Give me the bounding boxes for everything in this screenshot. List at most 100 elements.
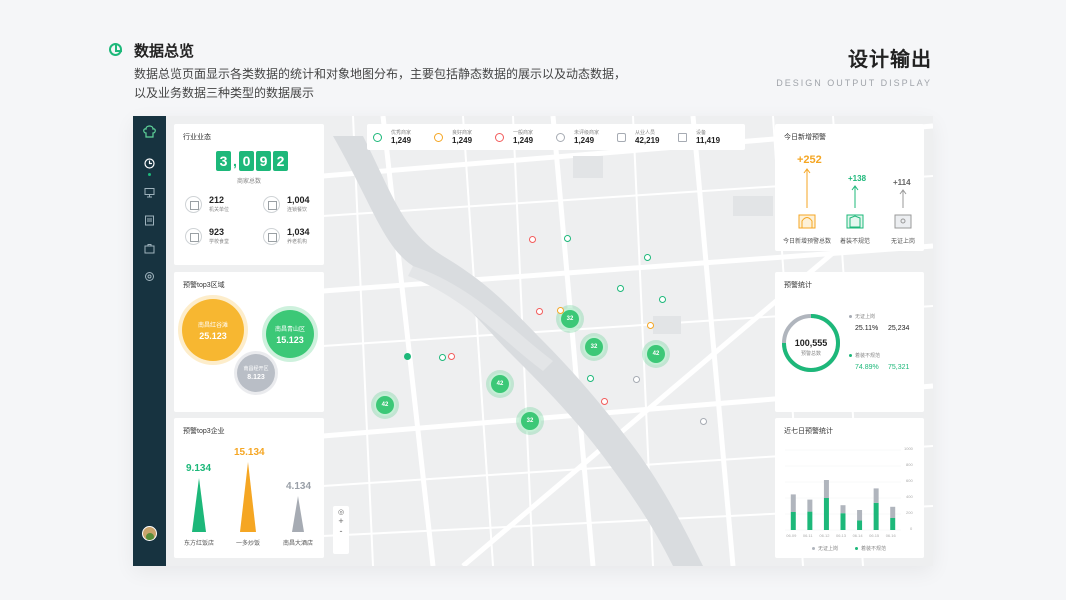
map-cluster[interactable]: 42	[489, 373, 511, 395]
nav-settings-icon[interactable]	[144, 271, 155, 282]
region-bubble[interactable]: 南昌青山区 15.123	[266, 310, 314, 358]
legend-label: 无证上岗	[855, 314, 876, 320]
strip-label: 设备	[696, 130, 707, 136]
y-tick: 800	[906, 462, 913, 467]
y-tick: 600	[906, 478, 913, 483]
merchant-marker[interactable]	[536, 308, 543, 315]
legend-label: 无证上岗	[818, 546, 839, 552]
strip-value: 1,249	[513, 136, 534, 145]
strip-item[interactable]: 良好商家 1,249	[434, 129, 495, 145]
region-name: 南昌红谷滩	[197, 322, 228, 329]
strip-value: 1,249	[452, 136, 473, 145]
merchant-marker[interactable]	[700, 418, 707, 425]
strip-value: 42,219	[635, 136, 660, 145]
strip-item[interactable]: 一般商家 1,249	[495, 129, 556, 145]
stat-school: 923 学校食堂	[185, 227, 229, 245]
warning-stats-title: 预警统计	[784, 282, 812, 289]
merchant-marker[interactable]	[448, 353, 455, 360]
strip-value: 1,249	[391, 136, 412, 145]
location-icon[interactable]: ◎	[333, 508, 349, 516]
legend-percent: 25.11%	[855, 325, 879, 332]
merchant-marker[interactable]	[587, 375, 594, 382]
merchant-marker[interactable]	[564, 235, 571, 242]
avatar[interactable]	[142, 526, 157, 541]
page-title: 数据总览	[134, 43, 195, 60]
merchant-marker[interactable]	[601, 398, 608, 405]
region-name: 南昌经开区	[243, 366, 269, 372]
industry-title: 行业业态	[183, 134, 211, 141]
legend-label: 着装不规范	[855, 353, 881, 359]
map-cluster[interactable]: 32	[519, 410, 541, 432]
bar-uniform	[823, 498, 829, 530]
region-bubble[interactable]: 南昌红谷滩 25.123	[182, 299, 244, 361]
zoom-out-button[interactable]: -	[333, 526, 349, 536]
company-mark	[192, 478, 206, 532]
strip-item[interactable]: 设备 11,419	[678, 129, 739, 145]
legend-number: 75,321	[888, 364, 910, 371]
y-tick: 1000	[904, 446, 913, 451]
y-tick: 400	[906, 494, 913, 499]
nav-briefcase-icon[interactable]	[144, 243, 155, 254]
bar-uniform	[857, 520, 863, 530]
stat-value: 1,004	[287, 195, 310, 205]
map-cluster[interactable]: 42	[374, 394, 396, 416]
stat-value: 212	[209, 195, 225, 205]
legend-dot	[812, 547, 815, 550]
strip-value: 1,249	[574, 136, 595, 145]
bar-license	[890, 506, 896, 518]
uniform-icon	[846, 214, 864, 229]
x-tick: 06.14	[852, 533, 863, 538]
weekly-bar-chart	[785, 449, 901, 531]
alarm-icon	[798, 214, 816, 229]
bar-uniform	[807, 511, 813, 530]
stat-label: 学校食堂	[209, 239, 230, 245]
merchant-marker[interactable]	[659, 296, 666, 303]
x-tick: 06.15	[869, 533, 880, 538]
y-tick: 0	[910, 526, 913, 531]
strip-item[interactable]: 从业人员 42,219	[617, 129, 678, 145]
merchant-total-digits: 3 , 0 9 2	[216, 151, 288, 171]
region-value: 8.123	[247, 374, 265, 381]
strip-item[interactable]: 未评级商家 1,249	[556, 129, 617, 145]
active-indicator	[148, 173, 151, 176]
merchant-marker[interactable]	[617, 285, 624, 292]
x-tick: 06.16	[885, 533, 896, 538]
nav-monitor-icon[interactable]	[144, 187, 155, 198]
chef-hat-logo-icon[interactable]	[142, 124, 157, 139]
stat-label: 连锁餐饮	[287, 207, 308, 213]
stat-government: 212 机关单位	[185, 195, 229, 213]
zoom-in-button[interactable]: +	[333, 516, 349, 526]
company-name: 南昌大酒店	[282, 541, 313, 547]
x-tick: 06.13	[836, 533, 847, 538]
map-cluster[interactable]: 32	[583, 336, 605, 358]
nav-report-icon[interactable]	[144, 215, 155, 226]
map-zoom-control: ◎ + -	[333, 506, 349, 554]
company-name: 东方红饭店	[183, 541, 214, 547]
strip-label: 一般商家	[513, 130, 534, 136]
merchant-marker[interactable]	[404, 353, 411, 360]
stat-label: 机关单位	[209, 207, 230, 213]
nav-overview-icon[interactable]	[144, 158, 155, 169]
company-mark	[292, 496, 304, 532]
merchant-marker[interactable]	[647, 322, 654, 329]
institution-icon	[263, 227, 280, 245]
top-regions-panel: 预警top3区域 南昌红谷滩 25.123 南昌青山区 15.123 南昌经开区…	[174, 272, 324, 412]
merchant-marker[interactable]	[439, 354, 446, 361]
warning-label: 着装不规范	[839, 239, 870, 245]
strip-label: 良好商家	[452, 130, 473, 136]
map-cluster[interactable]: 42	[645, 343, 667, 365]
bar-license	[873, 488, 879, 503]
strip-item[interactable]: 优秀商家 1,249	[373, 129, 434, 145]
merchant-marker[interactable]	[644, 254, 651, 261]
x-tick: 06.11	[802, 533, 813, 538]
bar-license	[790, 494, 796, 512]
stat-chain: 1,004 连锁餐饮	[263, 195, 310, 213]
region-bubble[interactable]: 南昌经开区 8.123	[237, 354, 275, 392]
company-triangles	[192, 462, 304, 532]
legend-dot	[849, 354, 852, 357]
digit: 3	[216, 151, 231, 171]
merchant-marker[interactable]	[557, 307, 564, 314]
merchant-marker[interactable]	[529, 236, 536, 243]
legend-label: 着装不规范	[861, 546, 887, 552]
merchant-marker[interactable]	[633, 376, 640, 383]
